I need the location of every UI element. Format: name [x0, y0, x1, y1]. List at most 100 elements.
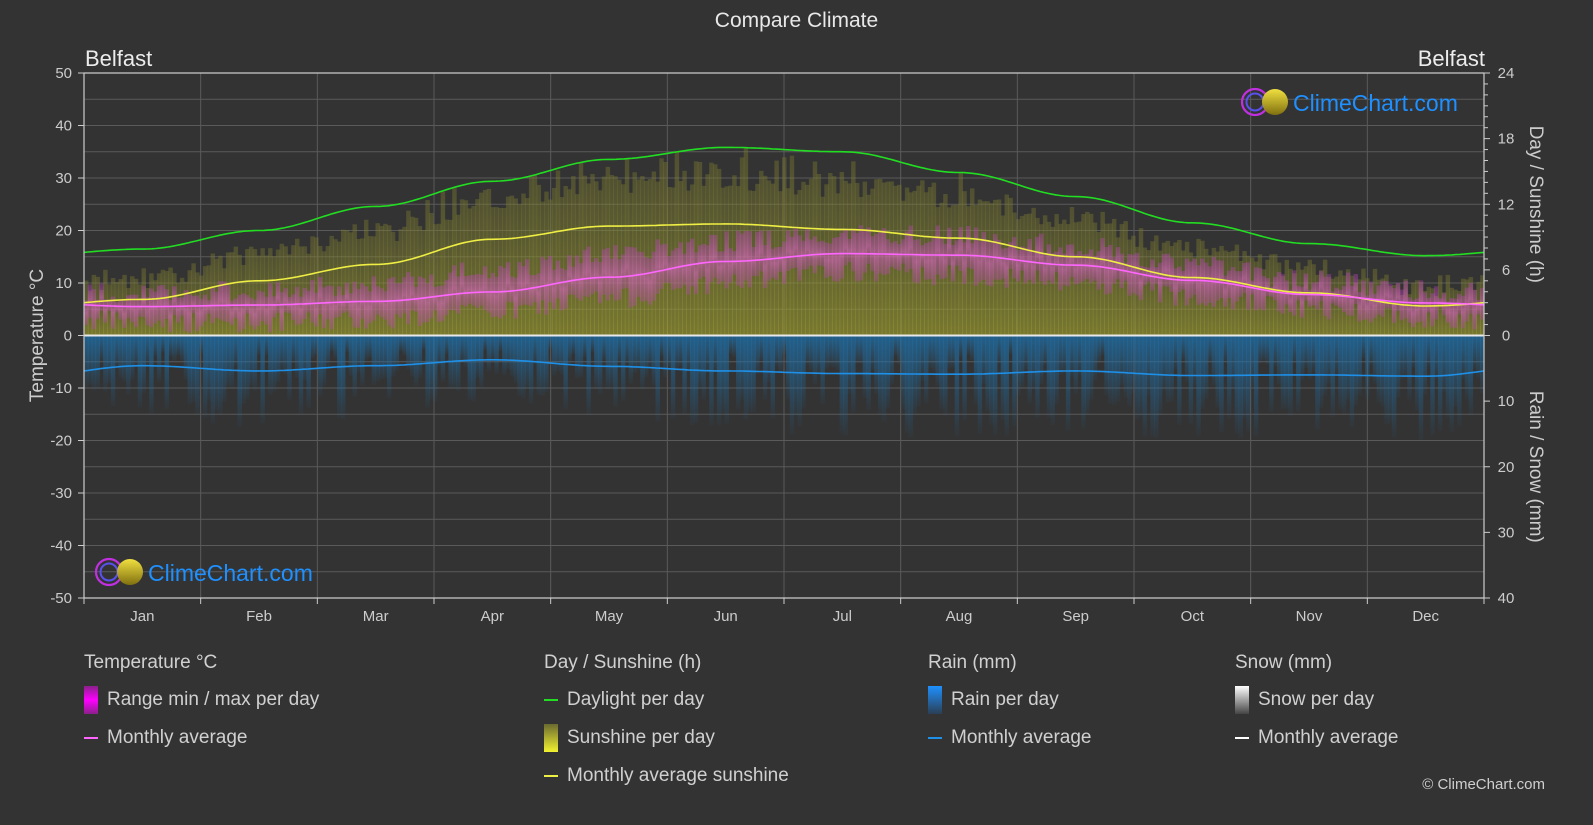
rain-bar	[1468, 335, 1474, 416]
rain-bar	[624, 335, 630, 364]
temperature-range-bar	[724, 231, 729, 289]
left-tick-label: 30	[55, 170, 72, 187]
rain-bar	[149, 335, 154, 415]
temperature-range-bar	[770, 248, 776, 278]
temperature-range-bar	[563, 269, 568, 309]
rain-bar	[828, 335, 833, 367]
rain-bar	[544, 335, 549, 393]
rain-bar	[927, 335, 933, 368]
sunshine-bar	[509, 195, 515, 336]
rain-bar	[1039, 335, 1044, 385]
rain-bar	[755, 335, 760, 374]
rain-bar	[421, 335, 426, 350]
temperature-range-bar	[766, 230, 772, 281]
temperature-range-bar	[1449, 298, 1454, 328]
left-tick-label: -30	[50, 485, 72, 502]
legend-heading: Snow (mm)	[1235, 652, 1333, 673]
rain-bar	[179, 335, 185, 361]
temperature-range-bar	[84, 300, 89, 326]
rain-bar	[1307, 335, 1312, 380]
rain-bar	[617, 335, 622, 363]
rain-bar	[482, 335, 488, 351]
sunshine-bar	[966, 206, 971, 336]
rain-bar	[670, 335, 676, 419]
temperature-range-bar	[122, 300, 127, 328]
sunshine-bar	[340, 229, 346, 336]
rain-bar	[1146, 335, 1151, 396]
rain-bar	[1154, 335, 1159, 439]
bar-swatch-icon	[544, 724, 558, 752]
temperature-range-bar	[582, 249, 588, 297]
temperature-range-bar	[375, 285, 380, 315]
rain-bar	[410, 335, 415, 377]
rain-bar	[1292, 335, 1297, 364]
sunshine-bar	[433, 224, 438, 336]
rain-bar	[981, 335, 986, 384]
temperature-range-bar	[640, 252, 645, 302]
rain-bar	[306, 335, 311, 408]
legend-item: Monthly average	[928, 726, 1091, 750]
temperature-range-bar	[494, 276, 499, 317]
temperature-range-bar	[225, 285, 231, 323]
rain-bar	[122, 335, 127, 382]
rain-bar	[456, 335, 461, 391]
rain-bar	[858, 335, 864, 364]
rain-bar	[1361, 335, 1366, 359]
rain-bar	[724, 335, 729, 425]
rain-bar	[793, 335, 799, 416]
rain-bar	[110, 335, 116, 406]
temperature-range-bar	[1273, 276, 1278, 301]
rain-bar	[1092, 335, 1098, 381]
rain-bar	[1441, 335, 1447, 392]
temperature-range-bar	[1391, 288, 1397, 323]
rain-bar	[1284, 335, 1289, 410]
sunshine-bar	[1334, 276, 1339, 336]
rain-bar	[91, 335, 97, 391]
temperature-range-bar	[91, 289, 97, 330]
temperature-range-bar	[644, 256, 649, 301]
rain-bar	[1138, 335, 1144, 416]
temperature-range-bar	[920, 245, 925, 268]
temperature-range-bar	[229, 300, 235, 326]
temperature-range-bar	[433, 286, 438, 311]
sunshine-bar	[563, 186, 568, 336]
sunshine-bar	[467, 208, 472, 336]
temperature-range-bar	[176, 297, 181, 323]
rain-bar	[429, 335, 434, 401]
rain-bar	[521, 335, 526, 399]
temperature-range-bar	[1303, 273, 1309, 301]
legend-snow: Snow (mm) Snow per day Monthly average	[1235, 652, 1398, 764]
rain-bar	[252, 335, 258, 391]
line-swatch-icon	[544, 699, 558, 701]
temperature-range-bar	[1422, 292, 1428, 328]
temperature-range-bar	[659, 244, 664, 289]
sunshine-bar	[375, 223, 380, 336]
temperature-range-bar	[728, 248, 733, 283]
temperature-range-bar	[463, 276, 469, 307]
temperature-range-bar	[1476, 299, 1481, 315]
temperature-range-bar	[578, 263, 584, 301]
rain-bar	[1418, 335, 1424, 441]
legend-label: Monthly average	[107, 727, 248, 748]
sunshine-bar	[866, 194, 871, 336]
rain-bar	[739, 335, 745, 400]
rain-bar	[874, 335, 879, 394]
rain-bar	[387, 335, 392, 399]
temperature-range-bar	[1215, 260, 1220, 301]
rain-bar	[762, 335, 768, 400]
temperature-range-bar	[1019, 246, 1025, 271]
temperature-range-bar	[475, 273, 480, 309]
rain-bar	[1085, 335, 1090, 415]
watermark-text: ClimeChart.com	[1293, 90, 1458, 116]
temperature-range-bar	[1234, 271, 1240, 302]
rain-bar	[1422, 335, 1428, 395]
legend-label: Monthly average sunshine	[567, 765, 789, 786]
right-tick-label: 20	[1498, 459, 1515, 476]
temperature-range-bar	[1039, 233, 1044, 282]
rain-bar	[770, 335, 776, 419]
temperature-range-bar	[690, 238, 695, 287]
temperature-range-bar	[1165, 253, 1171, 287]
temperature-range-bar	[425, 283, 430, 323]
temperature-range-bar	[528, 274, 534, 307]
rain-bar	[517, 335, 522, 396]
